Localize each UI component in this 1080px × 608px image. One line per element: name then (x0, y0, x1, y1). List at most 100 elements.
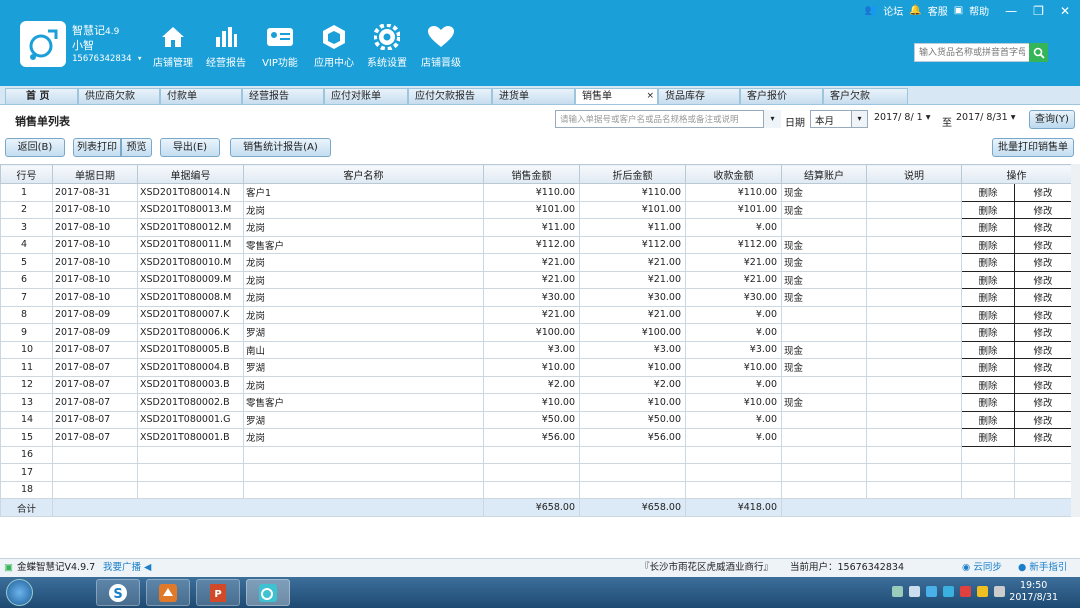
sogou-taskbar-icon[interactable]: S (96, 579, 140, 606)
system-clock[interactable]: 19:50 2017/8/31 (1009, 580, 1058, 604)
tab-close-icon[interactable]: × (646, 89, 654, 104)
network-icon[interactable] (909, 586, 920, 597)
delete-button[interactable]: 删除 (961, 375, 1015, 394)
tab-customer-quote[interactable]: 客户报价 (740, 88, 823, 105)
tab-payable-debt-report[interactable]: 应付欠款报告 (408, 88, 492, 105)
col-header-customer[interactable]: 客户名称 (243, 164, 484, 184)
volume-icon[interactable] (994, 586, 1005, 597)
user-phone[interactable]: 15676342834 ▾ (72, 54, 142, 64)
col-header-note[interactable]: 说明 (866, 164, 962, 184)
period-select[interactable]: 本月 ▾ (810, 110, 868, 128)
notification-tray-icon[interactable] (977, 586, 988, 597)
col-header-discount[interactable]: 折后金额 (579, 164, 686, 184)
table-row[interactable]: 14 2017-08-07 XSD201T080001.G 罗湖 ¥50.00 ¥50.0… (0, 410, 1072, 429)
edit-button[interactable]: 修改 (1014, 410, 1072, 429)
broadcast-link[interactable]: 我要广播 ◀ (103, 559, 151, 577)
delete-button[interactable]: 删除 (961, 270, 1015, 289)
query-button[interactable]: 查询(Y) (1029, 110, 1075, 129)
tab-sales-order[interactable]: 销售单 × (575, 88, 658, 105)
delete-button[interactable]: 删除 (961, 393, 1015, 412)
edit-button[interactable]: 修改 (1014, 200, 1072, 219)
edit-button[interactable]: 修改 (1014, 270, 1072, 289)
sales-stats-report-button[interactable]: 销售统计报告(A) (230, 138, 331, 157)
table-row[interactable]: 15 2017-08-07 XSD201T080001.B 龙岗 ¥56.00 ¥56.0… (0, 428, 1072, 447)
delete-button[interactable]: 删除 (961, 200, 1015, 219)
nav-vip[interactable]: VIP功能 (253, 23, 307, 69)
edit-button[interactable]: 修改 (1014, 323, 1072, 342)
windows-start-icon[interactable] (6, 579, 33, 606)
keyword-filter-input[interactable]: 请输入单据号或客户名或品名规格或备注或说明 (555, 110, 781, 128)
chevron-down-icon[interactable]: ▾ (763, 110, 781, 128)
table-row-empty[interactable]: 18 (0, 480, 1072, 499)
sogou-tray-icon[interactable] (943, 586, 954, 597)
edit-button[interactable]: 修改 (1014, 235, 1072, 254)
print-list-button[interactable]: 列表打印 (73, 138, 121, 157)
preview-button[interactable]: 预览 (121, 138, 152, 157)
tab-business-report[interactable]: 经营报告 (242, 88, 324, 105)
new-user-guide-link[interactable]: ● 新手指引 (1018, 559, 1067, 577)
edit-button[interactable]: 修改 (1014, 218, 1072, 237)
edit-button[interactable]: 修改 (1014, 305, 1072, 324)
tab-home[interactable]: 首 页 (5, 88, 78, 105)
cloud-tray-icon[interactable] (926, 586, 937, 597)
close-icon[interactable]: ✕ (1060, 4, 1070, 18)
table-row-empty[interactable]: 17 (0, 463, 1072, 482)
date-to-picker[interactable]: 2017/ 8/31 ▾ (952, 110, 1024, 128)
table-row[interactable]: 4 2017-08-10 XSD201T080011.M 零售客户 ¥112.00 ¥11… (0, 235, 1072, 254)
tab-customer-debt[interactable]: 客户欠款 (823, 88, 908, 105)
table-row[interactable]: 9 2017-08-09 XSD201T080006.K 罗湖 ¥100.00 ¥100.… (0, 323, 1072, 342)
export-button[interactable]: 导出(E) (160, 138, 220, 157)
arrow-up-icon[interactable] (892, 586, 903, 597)
edit-button[interactable]: 修改 (1014, 428, 1072, 447)
tab-inventory[interactable]: 货品库存 (658, 88, 740, 105)
forum-link[interactable]: 论坛 (883, 3, 903, 18)
edit-button[interactable]: 修改 (1014, 253, 1072, 272)
zhihuiji-taskbar-icon[interactable] (246, 579, 290, 606)
delete-button[interactable]: 删除 (961, 305, 1015, 324)
help-link[interactable]: 帮助 (969, 3, 989, 18)
edit-button[interactable]: 修改 (1014, 375, 1072, 394)
date-from-picker[interactable]: 2017/ 8/ 1 ▾ (870, 110, 940, 128)
tab-supplier-debt[interactable]: 供应商欠款 (78, 88, 160, 105)
table-row[interactable]: 11 2017-08-07 XSD201T080004.B 罗湖 ¥10.00 ¥10.0… (0, 358, 1072, 377)
tab-purchase-order[interactable]: 进货单 (492, 88, 575, 105)
tab-payment[interactable]: 付款单 (160, 88, 242, 105)
delete-button[interactable]: 删除 (961, 358, 1015, 377)
col-header-amount[interactable]: 销售金额 (483, 164, 580, 184)
table-row[interactable]: 1 2017-08-31 XSD201T080014.N 客户1 ¥110.00 ¥110… (0, 183, 1072, 202)
delete-button[interactable]: 删除 (961, 183, 1015, 202)
col-header-received[interactable]: 收款金额 (685, 164, 782, 184)
nav-business-report[interactable]: 经营报告 (199, 23, 253, 69)
nav-store-upgrade[interactable]: 店铺晋级 (414, 23, 468, 69)
nav-app-center[interactable]: 应用中心 (307, 23, 361, 69)
table-row[interactable]: 7 2017-08-10 XSD201T080008.M 龙岗 ¥30.00 ¥30.00… (0, 288, 1072, 307)
table-row[interactable]: 6 2017-08-10 XSD201T080009.M 龙岗 ¥21.00 ¥21.00… (0, 270, 1072, 289)
table-row[interactable]: 2 2017-08-10 XSD201T080013.M 龙岗 ¥101.00 ¥101.… (0, 200, 1072, 219)
delete-button[interactable]: 删除 (961, 218, 1015, 237)
col-header-account[interactable]: 结算账户 (781, 164, 867, 184)
delete-button[interactable]: 删除 (961, 323, 1015, 342)
restore-icon[interactable]: ❐ (1033, 4, 1044, 18)
edit-button[interactable]: 修改 (1014, 393, 1072, 412)
table-row[interactable]: 5 2017-08-10 XSD201T080010.M 龙岗 ¥21.00 ¥21.00… (0, 253, 1072, 272)
delete-button[interactable]: 删除 (961, 253, 1015, 272)
back-button[interactable]: 返回(B) (5, 138, 65, 157)
table-row[interactable]: 13 2017-08-07 XSD201T080002.B 零售客户 ¥10.00 ¥10… (0, 393, 1072, 412)
table-row-empty[interactable]: 16 (0, 445, 1072, 464)
cloud-sync-link[interactable]: ◉ 云同步 (962, 559, 1002, 577)
table-row[interactable]: 10 2017-08-07 XSD201T080005.B 南山 ¥3.00 ¥3.00 ¥… (0, 340, 1072, 359)
product-search-input[interactable] (915, 44, 1029, 61)
edit-button[interactable]: 修改 (1014, 288, 1072, 307)
batch-print-button[interactable]: 批量打印销售单 (992, 138, 1074, 157)
table-row[interactable]: 12 2017-08-07 XSD201T080003.B 龙岗 ¥2.00 ¥2.00 ¥… (0, 375, 1072, 394)
powerpoint-taskbar-icon[interactable]: P (196, 579, 240, 606)
minimize-icon[interactable]: — (1005, 4, 1017, 18)
edit-button[interactable]: 修改 (1014, 340, 1072, 359)
service-link[interactable]: 客服 (928, 3, 948, 18)
col-header-date[interactable]: 单据日期 (52, 164, 138, 184)
media-taskbar-icon[interactable] (146, 579, 190, 606)
delete-button[interactable]: 删除 (961, 288, 1015, 307)
delete-button[interactable]: 删除 (961, 235, 1015, 254)
tab-payable-statement[interactable]: 应付对账单 (324, 88, 408, 105)
edit-button[interactable]: 修改 (1014, 183, 1072, 202)
